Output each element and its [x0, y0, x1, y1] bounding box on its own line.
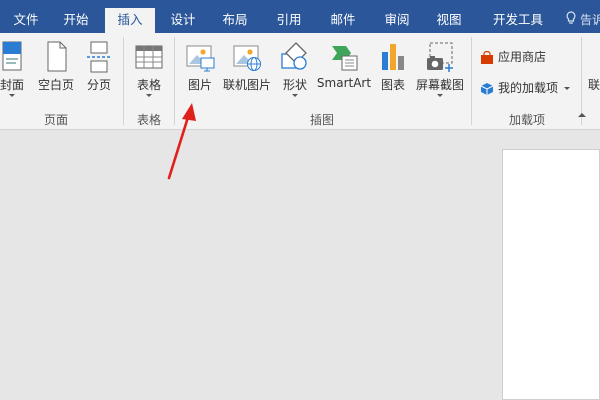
- annotation-arrow: [167, 103, 196, 180]
